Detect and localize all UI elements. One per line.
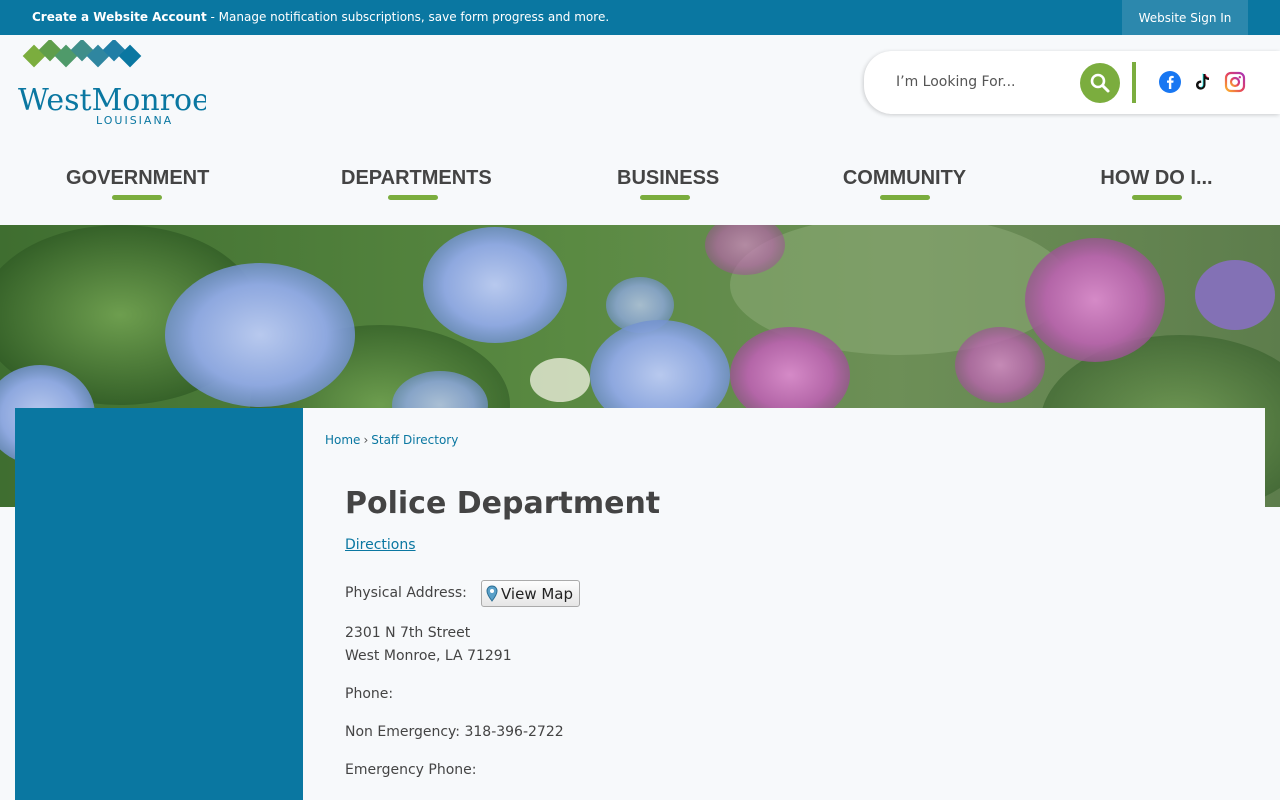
tiktok-icon[interactable]	[1191, 71, 1213, 93]
facebook-icon[interactable]	[1159, 71, 1181, 93]
view-map-button[interactable]: View Map	[481, 580, 581, 607]
breadcrumb-separator: ›	[363, 433, 369, 447]
search-area: I’m Looking For...	[864, 51, 1280, 114]
nav-underline	[1131, 195, 1182, 200]
search-input[interactable]: I’m Looking For...	[896, 74, 1016, 90]
search-icon	[1090, 73, 1110, 93]
west-monroe-logo[interactable]: WestMonroe LOUISIANA	[16, 38, 210, 130]
nav-government[interactable]: GOVERNMENT	[66, 167, 210, 201]
account-banner: Create a Website Account - Manage notifi…	[32, 10, 609, 24]
page-title: Police Department	[345, 486, 661, 521]
map-pin-icon	[486, 585, 498, 602]
nav-how-do-i-label: HOW DO I...	[1100, 167, 1213, 189]
nav-community[interactable]: COMMUNITY	[840, 167, 969, 201]
nav-departments[interactable]: DEPARTMENTS	[341, 167, 492, 201]
directions-link[interactable]: Directions	[345, 537, 416, 553]
nav-underline	[879, 195, 930, 200]
address-line-1: 2301 N 7th Street	[345, 625, 471, 641]
logo-wordmark: WestMonroe	[18, 83, 206, 118]
logo-graphic: WestMonroe LOUISIANA	[18, 38, 210, 127]
physical-address-label: Physical Address:	[345, 585, 467, 601]
account-description: - Manage notification subscriptions, sav…	[206, 10, 610, 24]
phone-label: Phone:	[345, 686, 394, 702]
emergency-phone-label: Emergency Phone:	[345, 762, 477, 778]
create-account-link[interactable]: Create a Website Account	[32, 10, 207, 24]
logo-subtitle: LOUISIANA	[96, 114, 173, 127]
view-map-label: View Map	[501, 584, 574, 603]
search-button[interactable]	[1080, 63, 1120, 103]
address-line-2: West Monroe, LA 71291	[345, 648, 512, 664]
breadcrumb: Home › Staff Directory	[325, 433, 458, 447]
nav-government-label: GOVERNMENT	[66, 167, 210, 189]
website-sign-in-button[interactable]: Website Sign In	[1122, 0, 1248, 35]
left-sidebar	[15, 408, 303, 800]
nav-departments-label: DEPARTMENTS	[341, 167, 492, 189]
non-emergency-phone: Non Emergency: 318-396-2722	[345, 724, 564, 740]
nav-underline	[640, 195, 690, 200]
nav-how-do-i[interactable]: HOW DO I...	[1098, 167, 1215, 201]
nav-community-label: COMMUNITY	[842, 167, 967, 189]
nav-underline	[111, 195, 162, 200]
breadcrumb-home[interactable]: Home	[325, 433, 360, 447]
main-content: Home › Staff Directory Police Department D…	[303, 408, 1265, 800]
top-bar: Create a Website Account - Manage notifi…	[0, 0, 1280, 35]
nav-underline	[388, 195, 438, 200]
nav-business[interactable]: BUSINESS	[617, 167, 719, 201]
search-divider	[1132, 62, 1136, 103]
breadcrumb-staff-directory[interactable]: Staff Directory	[371, 433, 458, 447]
instagram-icon[interactable]	[1224, 71, 1246, 93]
nav-business-label: BUSINESS	[617, 167, 720, 189]
